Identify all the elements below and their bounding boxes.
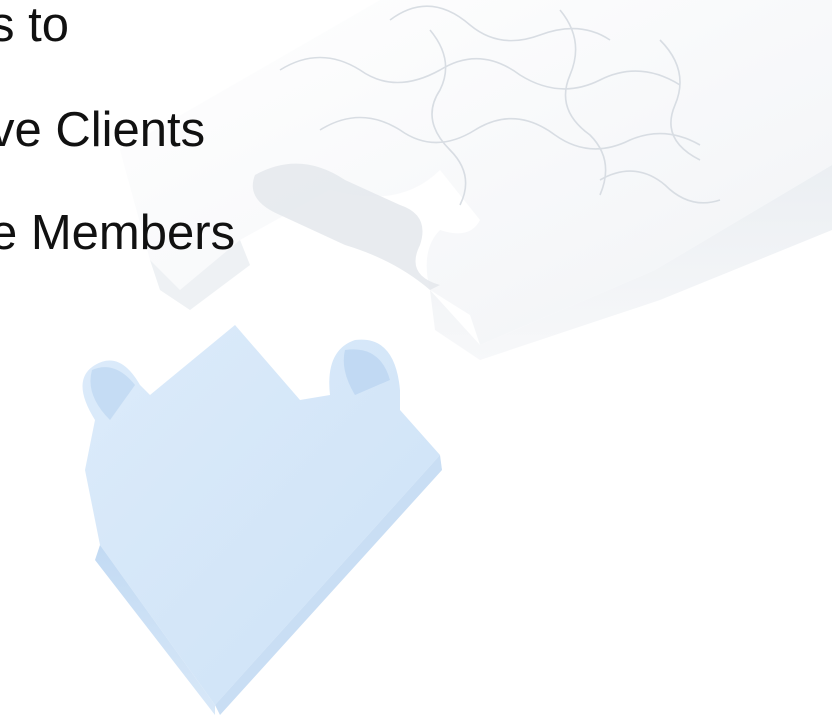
slide-line-3: e Members [0, 206, 236, 260]
puzzle-board-icon [120, 0, 832, 360]
puzzle-piece-icon [82, 325, 442, 715]
slide-line-1: s to [0, 0, 69, 52]
slide-line-2: ve Clients [0, 103, 206, 157]
